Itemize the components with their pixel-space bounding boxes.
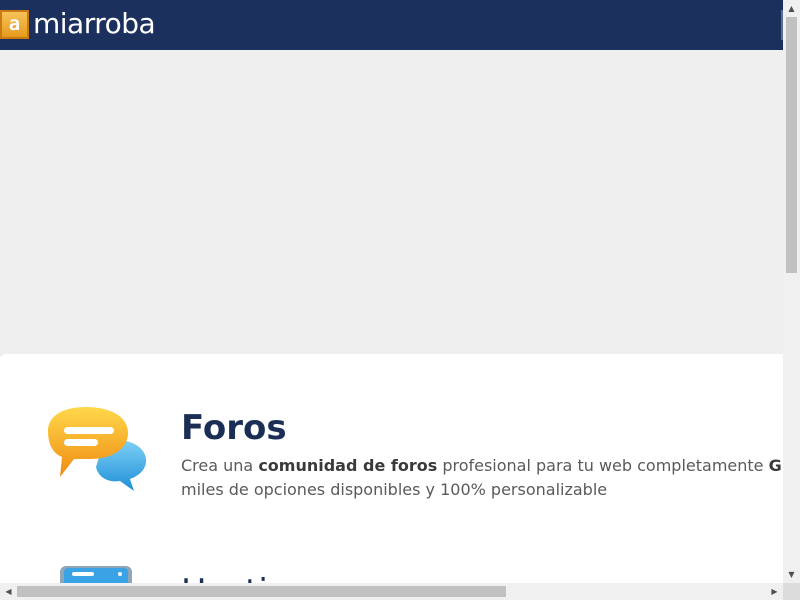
horizontal-scroll-thumb[interactable] — [17, 586, 506, 597]
horizontal-scrollbar[interactable]: ◀ ▶ — [0, 583, 783, 600]
foros-desc-part-3: miles de opciones disponibles y 100% per… — [181, 480, 608, 499]
foros-description: Crea una comunidad de foros profesional … — [181, 454, 783, 502]
logo-mark-letter: a — [8, 12, 21, 35]
foros-desc-part-2: profesional para tu web completamente — [437, 456, 769, 475]
foros-desc-part-1: Crea una — [181, 456, 259, 475]
miarroba-logo[interactable]: a miarroba — [0, 7, 156, 40]
scroll-down-arrow-icon[interactable]: ▼ — [783, 566, 800, 583]
foros-desc-bold-1: comunidad de foros — [258, 456, 438, 475]
server-icon — [60, 566, 132, 583]
scrollbar-corner — [783, 583, 800, 600]
scroll-up-arrow-icon[interactable]: ▲ — [783, 0, 800, 17]
vertical-scrollbar[interactable]: ▲ ▼ — [783, 0, 800, 583]
scroll-right-arrow-icon[interactable]: ▶ — [766, 583, 783, 600]
logo-text: miarroba — [33, 7, 156, 40]
logo-mark-icon: a — [0, 9, 29, 39]
top-navigation-bar: a miarroba — [0, 0, 783, 50]
ad-placeholder — [0, 50, 783, 353]
chat-bubbles-icon — [48, 407, 147, 491]
scroll-left-arrow-icon[interactable]: ◀ — [0, 583, 17, 600]
vertical-scroll-thumb[interactable] — [786, 17, 797, 273]
foros-title[interactable]: Foros — [181, 406, 287, 450]
hosting-title[interactable]: Hosting — [181, 570, 311, 583]
browser-viewport: a miarroba Foros Crea una comunidad de f… — [0, 0, 783, 583]
foros-desc-bold-2: GRATIS — [768, 456, 783, 475]
